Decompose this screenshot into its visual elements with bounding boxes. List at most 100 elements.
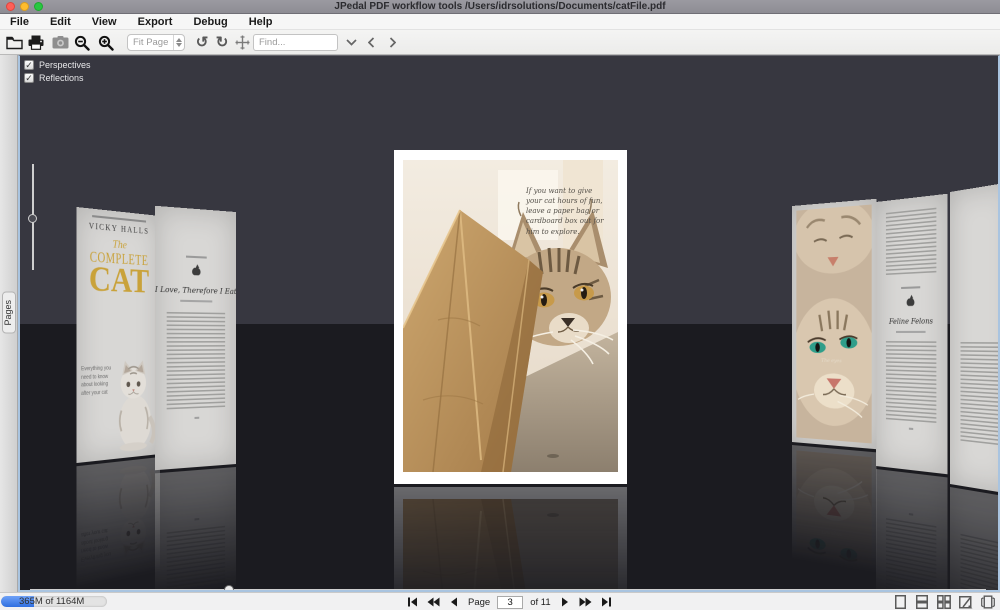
menu-view[interactable]: View: [92, 16, 117, 28]
perspectives-checkbox[interactable]: ✓: [24, 60, 34, 70]
single-page-icon: [895, 595, 906, 609]
body-text-lines: [886, 208, 936, 278]
continuous-mode-button[interactable]: [915, 595, 929, 609]
pdf-viewport[interactable]: ✓ Perspectives ✓ Reflections VICKY HALLS…: [18, 55, 1000, 592]
open-file-button[interactable]: [4, 33, 24, 52]
zoom-out-button[interactable]: [72, 33, 92, 52]
menu-edit[interactable]: Edit: [50, 16, 71, 28]
rotate-clockwise-icon: ↻: [216, 35, 229, 50]
cat-statue-icon: [191, 263, 202, 277]
menu-debug[interactable]: Debug: [193, 16, 227, 28]
scale-select[interactable]: Fit Page: [127, 34, 185, 51]
chapter-heading-line: [186, 256, 207, 259]
find-options-button[interactable]: [341, 33, 361, 52]
chapter-page-right: Feline Felons: [876, 194, 947, 474]
cat-faces-illustration: The eyes: [796, 205, 871, 444]
body-text-lines: [961, 342, 1000, 448]
page-label: Page: [468, 597, 490, 608]
menu-help[interactable]: Help: [249, 16, 273, 28]
current-page: If you want to give your cat hours of fu…: [394, 150, 627, 484]
chapter-title: I Love, Therefore I Eat: [155, 284, 236, 296]
book-cover: VICKY HALLS The COMPLETE CAT Everything …: [76, 207, 160, 463]
printer-icon: [28, 35, 44, 50]
status-bar: 365M of 1164M Page of 11: [0, 592, 1000, 610]
pan-crosshair-icon: [235, 35, 250, 50]
menu-file[interactable]: File: [10, 16, 29, 28]
svg-text:The eyes: The eyes: [821, 357, 842, 364]
next-page-button[interactable]: [558, 595, 572, 609]
rotate-right-button[interactable]: ↻: [212, 33, 232, 52]
pageflow-page-4[interactable]: The eyes: [792, 199, 877, 449]
pages-sidebar-tab[interactable]: Pages: [2, 292, 16, 334]
chapter-page-left: I Love, Therefore I Eat: [155, 206, 236, 470]
snapshot-button[interactable]: [50, 33, 70, 52]
menu-export[interactable]: Export: [138, 16, 173, 28]
first-page-icon: [407, 597, 418, 607]
menu-bar: File Edit View Export Debug Help: [0, 14, 1000, 30]
snapshot-camera-icon: [52, 36, 69, 49]
chapter-subtitle-line: [896, 331, 926, 333]
stepper-down-icon: [176, 43, 182, 47]
facing-icon: [959, 595, 973, 609]
open-folder-icon: [6, 36, 23, 50]
chevron-right-icon: [389, 37, 396, 48]
pageflow-page-5[interactable]: Feline Felons: [876, 194, 947, 474]
reflections-label: Reflections: [39, 73, 84, 83]
cover-author: VICKY HALLS: [76, 220, 160, 237]
pageflow-mode-button[interactable]: [981, 595, 995, 609]
zoom-out-icon: [74, 35, 90, 51]
first-page-button[interactable]: [405, 595, 419, 609]
page-count-label: of 11: [530, 597, 550, 608]
continuous-icon: [916, 595, 928, 609]
perspectives-label: Perspectives: [39, 60, 91, 70]
facing-mode-button[interactable]: [959, 595, 973, 609]
scale-stepper[interactable]: [173, 35, 184, 50]
reflections-option: ✓ Reflections: [24, 73, 91, 83]
previous-result-button[interactable]: [361, 33, 381, 52]
pan-tool-button[interactable]: [232, 33, 252, 52]
find-input[interactable]: [253, 34, 338, 51]
pageflow-page-3-current[interactable]: If you want to give your cat hours of fu…: [394, 150, 627, 484]
toolbar: Fit Page ↺ ↻: [0, 30, 1000, 55]
horizontal-slider[interactable]: [30, 585, 986, 592]
next-page-icon: [561, 597, 569, 607]
pageflow-page-6[interactable]: [950, 182, 1000, 495]
forward-ten-pages-button[interactable]: [579, 595, 593, 609]
page-number-mark: [908, 428, 912, 430]
pageflow-page-1[interactable]: VICKY HALLS The COMPLETE CAT Everything …: [76, 207, 160, 463]
pageflow-icon: [981, 595, 995, 609]
last-page-button[interactable]: [600, 595, 614, 609]
vertical-slider-knob[interactable]: [28, 214, 37, 223]
page-number-input[interactable]: [497, 596, 523, 609]
chapter-subtitle-line: [180, 300, 212, 303]
cat-in-paper-bag-photo: If you want to give your cat hours of fu…: [403, 160, 618, 472]
vertical-slider[interactable]: [31, 164, 34, 270]
main-area: Pages ✓ Perspectives ✓ Reflections: [0, 55, 1000, 592]
window-title: JPedal PDF workflow tools /Users/idrsolu…: [0, 1, 1000, 12]
previous-page-button[interactable]: [447, 595, 461, 609]
rotate-anticlockwise-icon: ↺: [196, 35, 209, 50]
photo-caption: If you want to give your cat hours of fu…: [526, 186, 608, 237]
chevron-down-icon: [346, 39, 357, 46]
last-page-icon: [601, 597, 612, 607]
page-navigation: Page of 11: [405, 594, 614, 610]
horizontal-slider-knob[interactable]: [224, 585, 234, 592]
horizontal-slider-track[interactable]: [30, 589, 986, 591]
pageflow-options: ✓ Perspectives ✓ Reflections: [24, 60, 91, 83]
next-result-button[interactable]: [382, 33, 402, 52]
reflections-checkbox[interactable]: ✓: [24, 73, 34, 83]
single-page-mode-button[interactable]: [893, 595, 907, 609]
text-page-partial: [950, 182, 1000, 495]
back-ten-pages-button[interactable]: [426, 595, 440, 609]
view-mode-buttons: [893, 595, 995, 609]
print-button[interactable]: [26, 33, 46, 52]
forward-ten-icon: [579, 597, 592, 607]
rotate-left-button[interactable]: ↺: [192, 33, 212, 52]
zoom-in-button[interactable]: [96, 33, 116, 52]
scale-select-value: Fit Page: [128, 37, 173, 48]
chapter-title: Feline Felons: [876, 316, 947, 326]
cat-statue-icon: [905, 294, 915, 308]
pageflow-page-2[interactable]: I Love, Therefore I Eat: [155, 206, 236, 470]
continuous-facing-mode-button[interactable]: [937, 595, 951, 609]
memory-usage-text: 365M of 1164M: [19, 596, 84, 607]
